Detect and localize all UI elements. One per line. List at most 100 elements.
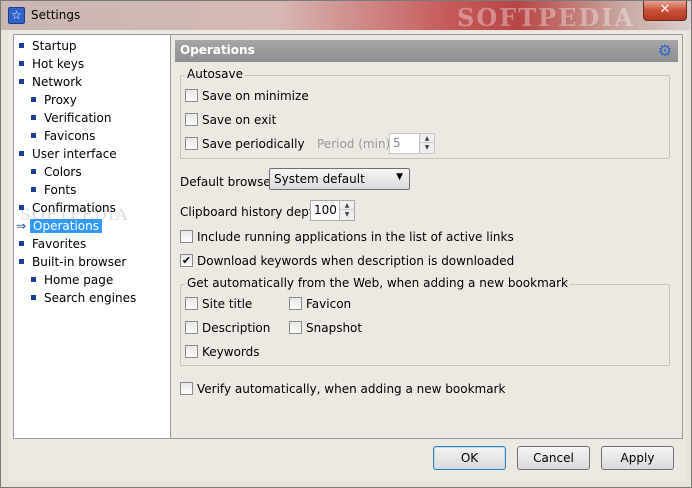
- checkbox-box: [185, 113, 198, 126]
- tree-item-label: User interface: [32, 147, 117, 161]
- bullet-icon: [31, 187, 36, 192]
- operations-panel: Operations ⚙ Autosave Save on minimize S…: [170, 34, 683, 439]
- settings-window: SOFTPEDIA ☆ Settings ✕ SOFTPEDIA Startup…: [0, 0, 692, 488]
- tree-item-proxy[interactable]: Proxy: [31, 91, 77, 109]
- app-star-icon: ☆: [8, 7, 25, 24]
- tree-item-label: Colors: [44, 165, 82, 179]
- bullet-icon: [31, 277, 36, 282]
- save-periodically-checkbox[interactable]: Save periodically: [185, 136, 305, 152]
- bullet-icon: [19, 259, 24, 264]
- keywords-checkbox[interactable]: Keywords: [185, 344, 260, 360]
- checkbox-box: [185, 89, 198, 102]
- checkbox-label: Verify automatically, when adding a new …: [197, 382, 506, 396]
- spin-up-icon[interactable]: ▲: [340, 201, 354, 210]
- checkbox-label: Keywords: [202, 345, 260, 359]
- title-bar[interactable]: SOFTPEDIA ☆ Settings ✕: [1, 1, 691, 32]
- tree-item-label: Hot keys: [32, 57, 85, 71]
- bullet-icon: [31, 169, 36, 174]
- ok-button[interactable]: OK: [433, 446, 506, 470]
- spin-down-icon[interactable]: ▼: [340, 210, 354, 219]
- tree-item-colors[interactable]: Colors: [31, 163, 82, 181]
- tree-item-label: Built-in browser: [32, 255, 127, 269]
- checkbox-label: Favicon: [306, 297, 352, 311]
- checkbox-box: [185, 297, 198, 310]
- web-group-label: Get automatically from the Web, when add…: [185, 276, 571, 290]
- description-checkbox[interactable]: Description: [185, 320, 270, 336]
- checkbox-label: Snapshot: [306, 321, 363, 335]
- checkbox-label: Download keywords when description is do…: [197, 254, 515, 268]
- tree-item-favorites[interactable]: Favorites: [19, 235, 86, 253]
- bullet-icon: [19, 241, 24, 246]
- tree-item-hot-keys[interactable]: Hot keys: [19, 55, 84, 73]
- checkbox-box: [289, 297, 302, 310]
- client-area: SOFTPEDIA Startup Hot keys Network Proxy…: [8, 31, 686, 482]
- chevron-down-icon: ▼: [396, 172, 403, 182]
- checkbox-label: Site title: [202, 297, 253, 311]
- save-on-minimize-checkbox[interactable]: Save on minimize: [185, 88, 309, 104]
- apply-button[interactable]: Apply: [601, 446, 674, 470]
- site-title-checkbox[interactable]: Site title: [185, 296, 252, 312]
- favicon-checkbox[interactable]: Favicon: [289, 296, 351, 312]
- tree-item-built-in-browser[interactable]: Built-in browser: [19, 253, 126, 271]
- tree-item-label: Proxy: [44, 93, 77, 107]
- tree-item-label: Confirmations: [32, 201, 116, 215]
- tree-item-fonts[interactable]: Fonts: [31, 181, 76, 199]
- bullet-icon: [19, 43, 24, 48]
- panel-header: Operations ⚙: [175, 40, 678, 62]
- bullet-icon: [31, 133, 36, 138]
- period-stepper[interactable]: 5 ▲ ▼: [389, 133, 435, 154]
- tree-item-label: Favicons: [44, 129, 96, 143]
- tree-item-label: Verification: [44, 111, 112, 125]
- settings-tree[interactable]: SOFTPEDIA Startup Hot keys Network Proxy…: [13, 34, 172, 439]
- tree-item-favicons[interactable]: Favicons: [31, 127, 95, 145]
- snapshot-checkbox[interactable]: Snapshot: [289, 320, 362, 336]
- tree-item-label: Network: [32, 75, 83, 89]
- autosave-group-label: Autosave: [185, 67, 245, 81]
- tree-item-confirmations[interactable]: Confirmations: [19, 199, 116, 217]
- tree-item-label: Fonts: [44, 183, 77, 197]
- bullet-icon: [19, 151, 24, 156]
- bullet-icon: [19, 205, 24, 210]
- current-arrow-icon: ⇒: [16, 219, 27, 233]
- default-browser-select[interactable]: System default ▼: [269, 168, 410, 190]
- tree-item-user-interface[interactable]: User interface: [19, 145, 117, 163]
- tree-item-search-engines[interactable]: Search engines: [31, 289, 136, 307]
- gear-icon[interactable]: ⚙: [656, 42, 674, 60]
- tree-item-home-page[interactable]: Home page: [31, 271, 113, 289]
- tree-item-label: Startup: [32, 39, 77, 53]
- include-running-apps-checkbox[interactable]: Include running applications in the list…: [180, 229, 514, 245]
- tree-item-operations[interactable]: ⇒ Operations: [16, 217, 102, 235]
- clipboard-stepper-buttons: ▲ ▼: [339, 201, 354, 220]
- spin-up-icon[interactable]: ▲: [420, 134, 434, 143]
- checkbox-box: [180, 382, 193, 395]
- cancel-button[interactable]: Cancel: [517, 446, 590, 470]
- download-keywords-checkbox[interactable]: ✔ Download keywords when description is d…: [180, 253, 514, 269]
- period-stepper-buttons: ▲ ▼: [419, 134, 434, 153]
- checkbox-box: ✔: [180, 254, 193, 267]
- spin-down-icon[interactable]: ▼: [420, 143, 434, 152]
- checkbox-box: [185, 137, 198, 150]
- period-value: 5: [393, 136, 401, 150]
- period-label: Period (min): [317, 137, 391, 151]
- clipboard-depth-value: 100: [314, 203, 337, 217]
- bullet-icon: [19, 79, 24, 84]
- bullet-icon: [31, 97, 36, 102]
- verify-automatically-checkbox[interactable]: Verify automatically, when adding a new …: [180, 381, 505, 397]
- checkbox-box: [180, 230, 193, 243]
- tree-item-network[interactable]: Network: [19, 73, 82, 91]
- save-on-exit-checkbox[interactable]: Save on exit: [185, 112, 276, 128]
- tree-item-startup[interactable]: Startup: [19, 37, 77, 55]
- tree-item-verification[interactable]: Verification: [31, 109, 111, 127]
- checkbox-label: Save on minimize: [202, 89, 309, 103]
- bullet-icon: [31, 115, 36, 120]
- panel-title: Operations: [180, 43, 255, 57]
- bullet-icon: [31, 295, 36, 300]
- default-browser-value: System default: [274, 172, 365, 186]
- close-button[interactable]: ✕: [643, 1, 687, 21]
- tree-item-label: Favorites: [32, 237, 87, 251]
- clipboard-depth-stepper[interactable]: 100 ▲ ▼: [310, 200, 355, 221]
- checkbox-box: [185, 345, 198, 358]
- checkbox-label: Save on exit: [202, 113, 277, 127]
- bullet-icon: [19, 61, 24, 66]
- autosave-group: Autosave Save on minimize Save on exit S…: [180, 67, 670, 159]
